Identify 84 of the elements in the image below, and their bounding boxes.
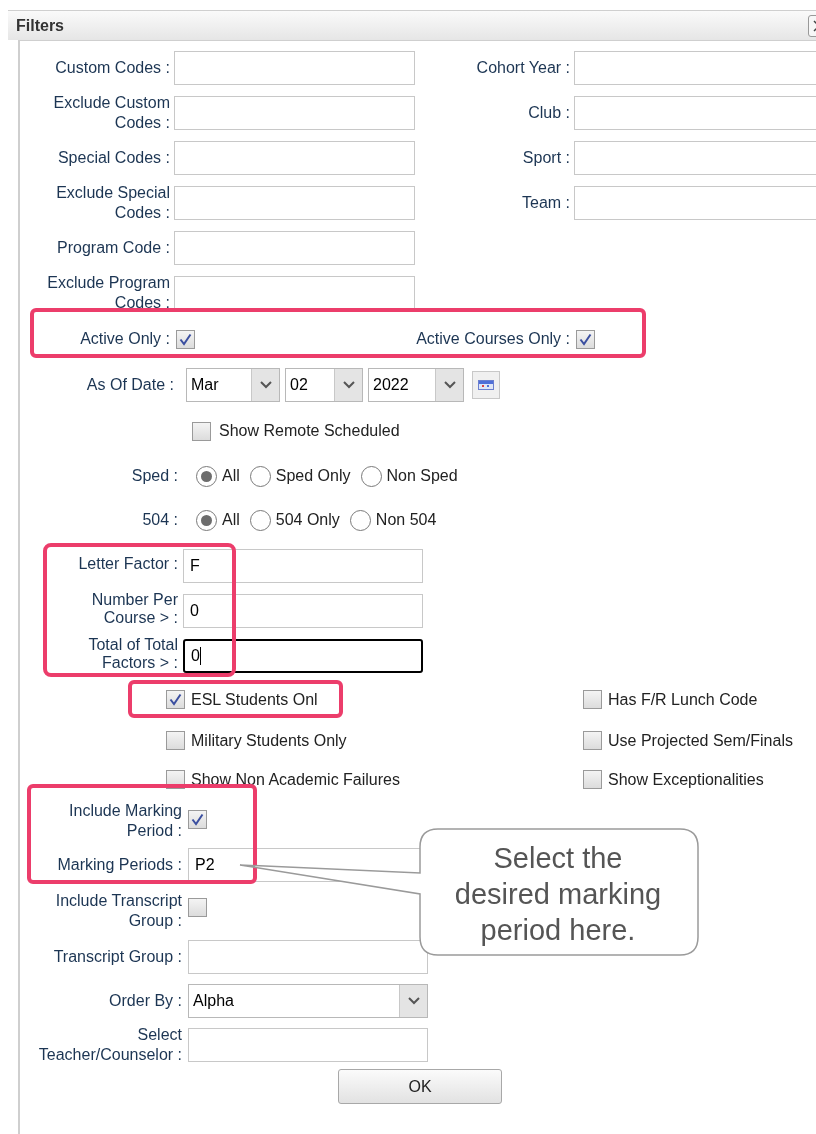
- radio-button[interactable]: [249, 509, 271, 531]
- checkbox-label: Military Students Only: [191, 730, 347, 751]
- checkbox[interactable]: [188, 898, 207, 917]
- chevron-down-icon: [443, 381, 456, 389]
- checkbox-label: ESL Students Onl: [191, 689, 318, 710]
- field-label: Marking Periods :: [56, 855, 182, 875]
- checkbox-label: Show Remote Scheduled: [219, 421, 400, 441]
- ok-button[interactable]: OK: [338, 1069, 502, 1104]
- calendar-button[interactable]: [472, 371, 500, 399]
- chevron-down-icon: [259, 381, 272, 389]
- text-field[interactable]: [574, 95, 816, 130]
- text-field[interactable]: [188, 940, 428, 974]
- checkbox[interactable]: [166, 690, 185, 709]
- field-label: As Of Date :: [85, 375, 174, 395]
- radio-label: Sped Only: [275, 466, 351, 486]
- radio-button[interactable]: [249, 465, 271, 487]
- radio-label: All: [222, 510, 240, 530]
- text-field[interactable]: 0: [183, 593, 423, 628]
- field-label: Include Marking Period :: [68, 801, 182, 841]
- text-field[interactable]: [174, 140, 415, 175]
- select-field[interactable]: 2022: [368, 368, 464, 402]
- text-field[interactable]: 0: [183, 638, 423, 673]
- checkmark-icon: [179, 332, 192, 346]
- checkbox[interactable]: [583, 690, 602, 709]
- radio-button[interactable]: [196, 509, 217, 531]
- text-field[interactable]: [174, 95, 415, 130]
- chevron-down-icon: [342, 381, 355, 389]
- text-field[interactable]: [188, 1028, 428, 1062]
- field-label: Program Code :: [56, 237, 170, 258]
- field-label: Custom Codes :: [54, 57, 170, 78]
- field-label: Transcript Group :: [52, 947, 182, 967]
- field-label: Number Per Course > :: [90, 590, 178, 627]
- field-label: Letter Factor :: [77, 554, 178, 573]
- checkmark-icon: [169, 693, 182, 706]
- text-field[interactable]: [574, 140, 816, 175]
- radio-label: 504 Only: [275, 510, 340, 530]
- checkbox-label: Show Exceptionalities: [608, 769, 764, 790]
- radio-button[interactable]: [360, 465, 382, 487]
- select-field[interactable]: 02: [285, 368, 363, 402]
- text-field[interactable]: [174, 230, 415, 265]
- radio-button[interactable]: [196, 465, 217, 487]
- select-field[interactable]: Mar: [186, 368, 280, 402]
- field-label: Club :: [527, 102, 570, 123]
- text-field[interactable]: [574, 185, 816, 220]
- checkmark-icon: [579, 332, 592, 346]
- chevron-down-icon: [407, 997, 420, 1005]
- field-label: Sped :: [130, 466, 178, 486]
- text-field[interactable]: [174, 50, 415, 85]
- field-label: Sport :: [521, 147, 570, 168]
- checkbox-label: Use Projected Sem/Finals: [608, 730, 793, 751]
- radio-label: Non Sped: [386, 466, 458, 486]
- field-label: Select Teacher/Counselor :: [37, 1025, 182, 1065]
- field-label: Include Transcript Group :: [54, 891, 182, 931]
- checkbox[interactable]: [188, 810, 207, 829]
- radio-label: Non 504: [375, 510, 437, 530]
- calendar-icon: [478, 380, 494, 390]
- text-field[interactable]: [174, 275, 415, 310]
- field-label: Active Only :: [79, 329, 170, 349]
- checkbox[interactable]: [576, 329, 595, 349]
- field-label: Active Courses Only :: [415, 329, 570, 349]
- checkmark-icon: [191, 813, 204, 826]
- text-field[interactable]: F: [183, 548, 423, 583]
- checkbox[interactable]: [166, 731, 185, 750]
- field-label: Order By :: [108, 991, 182, 1011]
- field-label: Exclude Custom Codes :: [52, 92, 170, 133]
- field-label: Cohort Year :: [475, 57, 570, 78]
- dialog-title: Filters: [15, 15, 64, 36]
- field-label: Team :: [521, 192, 570, 213]
- radio-label: All: [222, 466, 240, 486]
- field-label: 504 :: [141, 510, 178, 530]
- checkbox[interactable]: [176, 329, 195, 349]
- field-label: Special Codes :: [56, 147, 170, 168]
- checkbox[interactable]: [192, 421, 211, 441]
- radio-button[interactable]: [349, 509, 371, 531]
- text-field[interactable]: [574, 50, 816, 85]
- field-label: Exclude Special Codes :: [55, 182, 170, 223]
- select-field[interactable]: Alpha: [188, 984, 428, 1018]
- text-field[interactable]: [174, 185, 415, 220]
- field-label: Total of Total Factors > :: [87, 635, 178, 672]
- checkbox[interactable]: [583, 770, 602, 789]
- field-label: Exclude Program Codes :: [46, 272, 170, 313]
- checkbox[interactable]: [583, 731, 602, 750]
- checkbox-label: Has F/R Lunch Code: [608, 689, 758, 710]
- callout-text: Select the desired marking period here.: [453, 841, 663, 948]
